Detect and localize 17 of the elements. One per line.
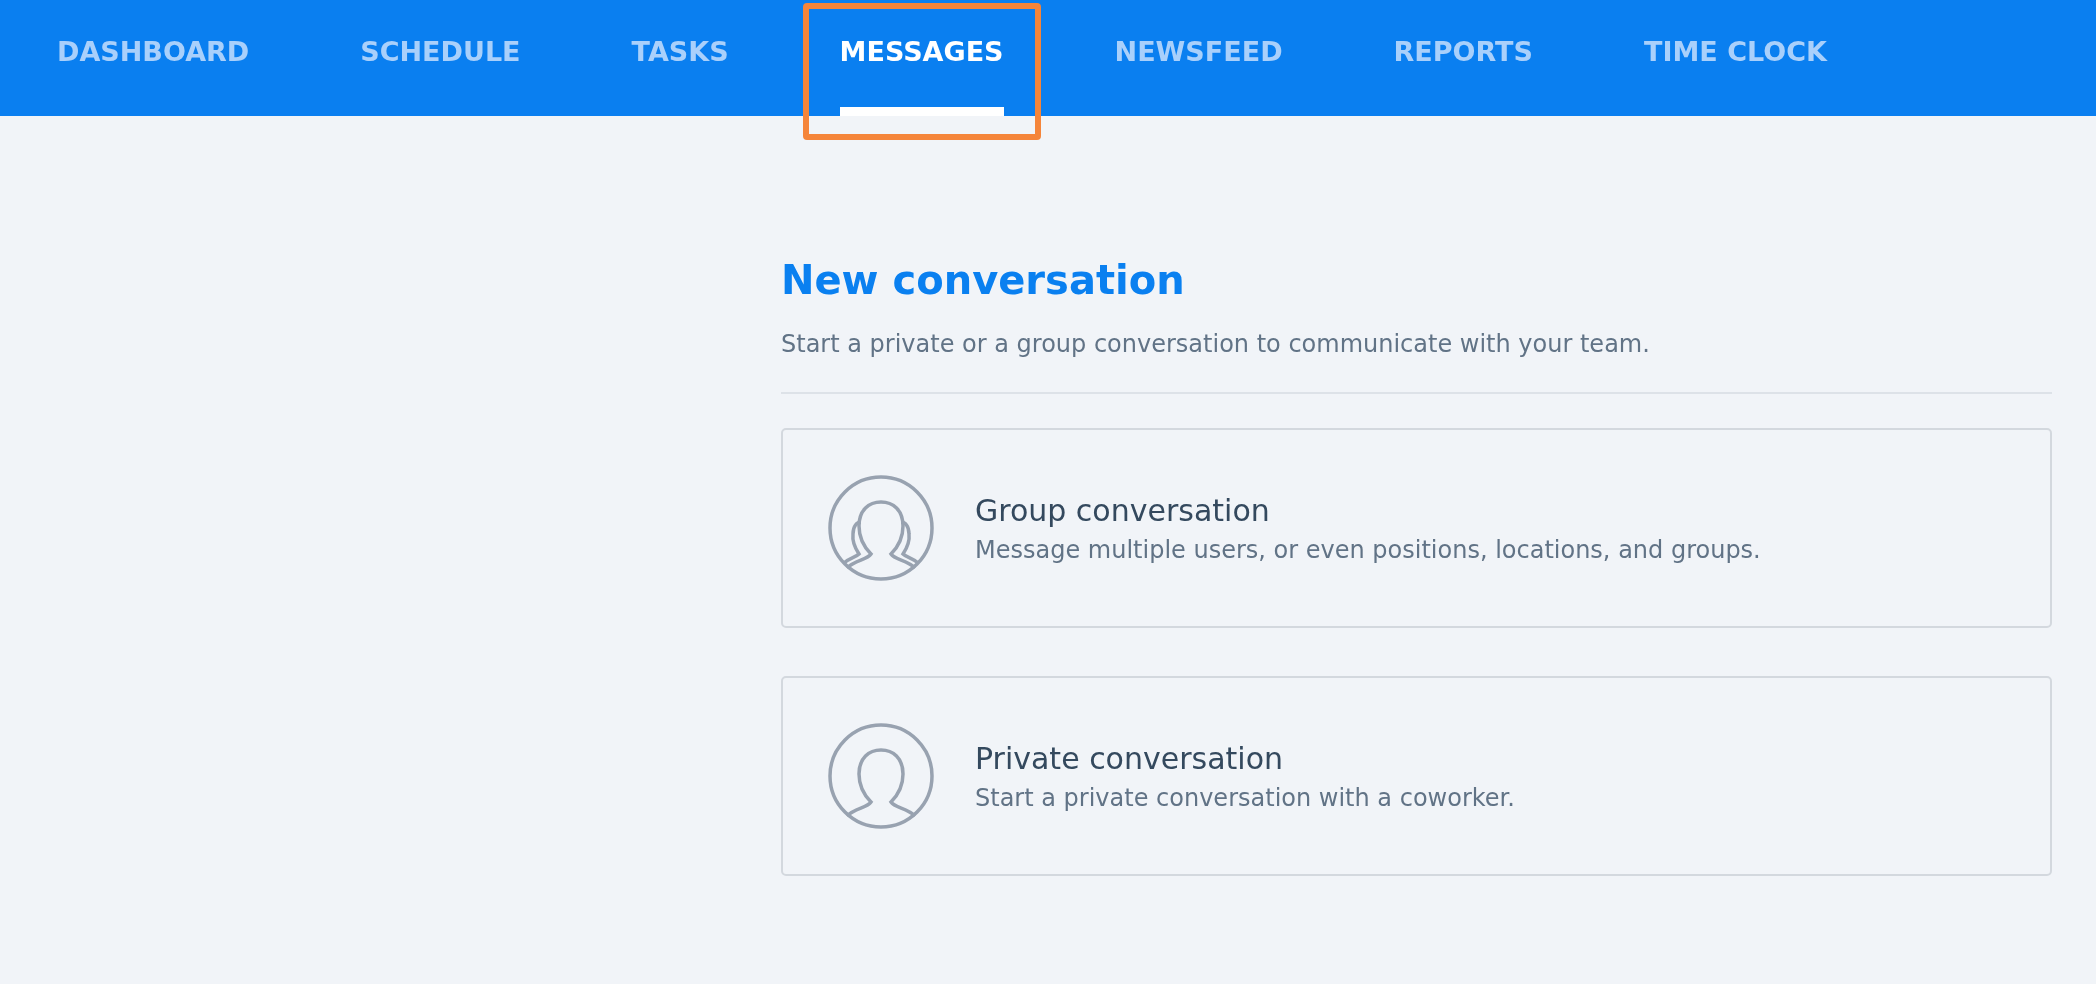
- nav-tab[interactable]: REPORTS: [1393, 0, 1533, 107]
- option-description: Message multiple users, or even positions, locations, and groups.: [975, 535, 1761, 564]
- nav-tab[interactable]: SCHEDULE: [360, 0, 521, 107]
- group-icon: [827, 474, 935, 582]
- option-description: Start a private conversation with a coworker.: [975, 783, 1515, 812]
- option-title: Group conversation: [975, 492, 1271, 528]
- conversation-option-card[interactable]: Private conversation Start a private conversation with a coworker.: [781, 676, 2052, 876]
- option-title: Private conversation: [975, 740, 1284, 776]
- page-title: New conversation: [781, 256, 1186, 305]
- nav-tab[interactable]: DASHBOARD: [57, 0, 250, 107]
- nav-tab[interactable]: TASKS: [631, 0, 729, 107]
- nav-tab[interactable]: TIME CLOCK: [1644, 0, 1827, 107]
- conversation-option-card[interactable]: Group conversation Message multiple users, or even positions, locations, and groups.: [781, 428, 2052, 628]
- nav-tab[interactable]: MESSAGES: [839, 0, 1004, 107]
- person-icon: [827, 722, 935, 830]
- page-subtitle: Start a private or a group conversation to communicate with your team.: [781, 330, 1651, 358]
- nav-tab[interactable]: NEWSFEED: [1114, 0, 1283, 107]
